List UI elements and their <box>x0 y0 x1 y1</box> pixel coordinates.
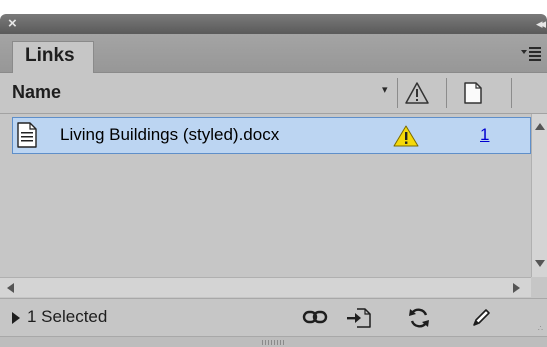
document-icon <box>15 121 39 154</box>
column-divider[interactable] <box>511 78 512 108</box>
column-divider[interactable] <box>397 78 398 108</box>
panel-menu-icon[interactable] <box>520 44 542 62</box>
resize-grip-icon[interactable]: ∴ <box>538 325 543 333</box>
expand-link-info-icon[interactable] <box>12 312 20 324</box>
panel-title-bar[interactable]: × ◂◂ <box>0 14 547 34</box>
status-column-warning-icon[interactable] <box>404 81 430 110</box>
scroll-left-icon[interactable] <box>7 283 14 293</box>
close-icon[interactable]: × <box>8 15 17 33</box>
update-link-icon[interactable] <box>407 307 431 334</box>
relink-icon[interactable] <box>302 307 328 332</box>
links-list: Living Buildings (styled).docx 1 <box>0 114 531 277</box>
modified-warning-icon[interactable] <box>393 125 419 152</box>
scroll-up-icon[interactable] <box>535 123 545 130</box>
links-panel: × ◂◂ Links Name ▾ Living Buildings (styl… <box>0 14 547 347</box>
tab-strip: Links <box>0 34 547 73</box>
scroll-corner <box>531 277 547 297</box>
scroll-right-icon[interactable] <box>513 283 520 293</box>
vertical-scrollbar[interactable] <box>531 114 547 277</box>
go-to-link-icon[interactable] <box>346 307 372 334</box>
edit-original-icon[interactable] <box>470 307 492 334</box>
tab-links[interactable]: Links <box>12 41 94 73</box>
panel-resize-handle[interactable] <box>262 340 286 345</box>
page-column-icon[interactable] <box>463 81 483 110</box>
column-divider[interactable] <box>446 78 447 108</box>
collapse-panel-icon[interactable]: ◂◂ <box>536 15 546 33</box>
scroll-down-icon[interactable] <box>535 260 545 267</box>
sort-indicator-icon[interactable]: ▾ <box>382 83 388 96</box>
panel-bottom-edge <box>0 336 547 347</box>
selection-count: 1 Selected <box>27 307 108 326</box>
panel-status-bar: 1 Selected ∴ <box>0 298 547 336</box>
link-row[interactable]: Living Buildings (styled).docx 1 <box>12 117 531 154</box>
horizontal-scrollbar[interactable] <box>0 277 531 297</box>
column-header-name[interactable]: Name <box>12 82 61 103</box>
link-file-name: Living Buildings (styled).docx <box>60 125 280 144</box>
column-header-row: Name ▾ <box>0 73 547 114</box>
link-page-number[interactable]: 1 <box>480 125 489 145</box>
